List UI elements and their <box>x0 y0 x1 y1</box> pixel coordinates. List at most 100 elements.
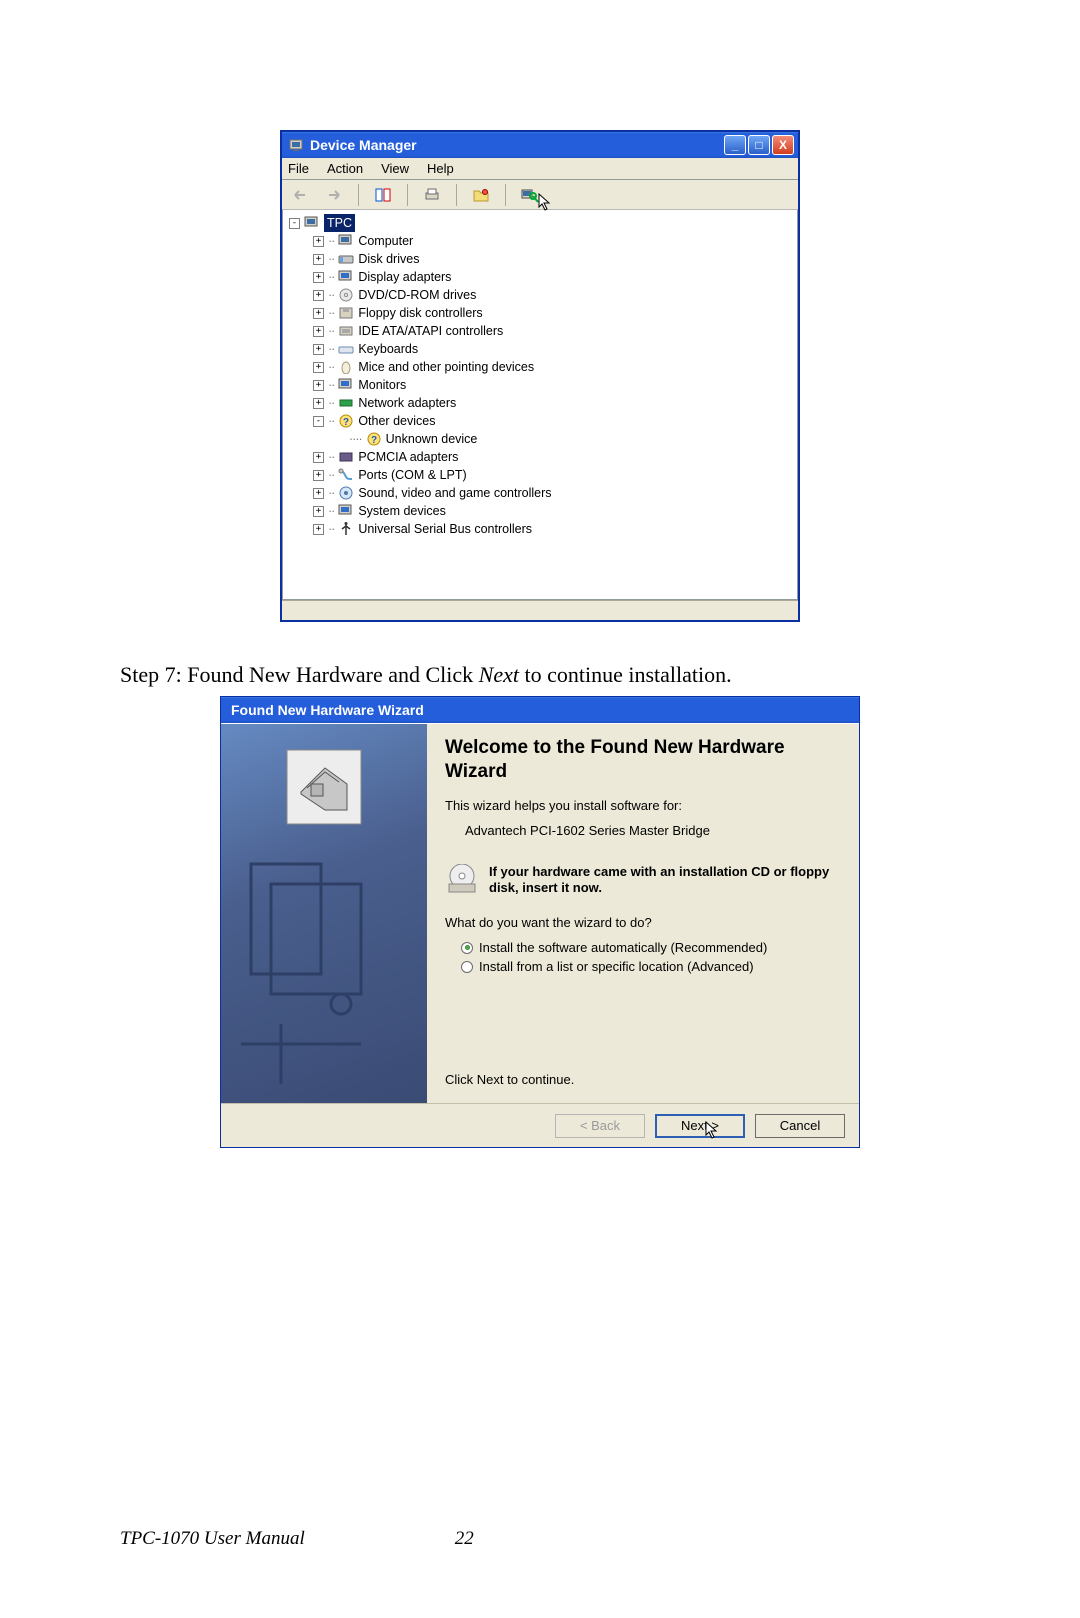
cursor-icon <box>705 1121 721 1141</box>
tree-node-system-devices[interactable]: +··System devices <box>287 502 797 520</box>
menu-action[interactable]: Action <box>327 161 363 176</box>
wizard-alert-text: If your hardware came with an installati… <box>489 864 841 898</box>
network-adapters-icon <box>338 396 354 410</box>
tree-node-usb-controllers[interactable]: +··Universal Serial Bus controllers <box>287 520 797 538</box>
forward-icon[interactable] <box>322 183 346 207</box>
back-button: < Back <box>555 1114 645 1138</box>
device-manager-toolbar <box>282 180 798 210</box>
tree-node-label: System devices <box>358 502 446 520</box>
expand-icon[interactable]: + <box>313 272 324 283</box>
tree-node-keyboards[interactable]: +··Keyboards <box>287 340 797 358</box>
tree-node-floppy-controllers[interactable]: +··Floppy disk controllers <box>287 304 797 322</box>
tree-node-other-devices[interactable]: -··?Other devices <box>287 412 797 430</box>
expand-icon[interactable]: + <box>313 488 324 499</box>
expand-icon[interactable]: + <box>313 398 324 409</box>
radio-install-list-label: Install from a list or specific location… <box>479 959 754 974</box>
print-icon[interactable] <box>420 183 444 207</box>
cancel-button[interactable]: Cancel <box>755 1114 845 1138</box>
tree-node-unknown-device[interactable]: ····?Unknown device <box>287 430 797 448</box>
minimize-button[interactable]: _ <box>724 135 746 155</box>
maximize-button[interactable]: □ <box>748 135 770 155</box>
step-caption: Step 7: Found New Hardware and Click Nex… <box>120 662 960 688</box>
expand-icon[interactable]: + <box>313 362 324 373</box>
radio-install-list[interactable]: Install from a list or specific location… <box>461 959 841 974</box>
radio-icon <box>461 942 473 954</box>
next-button[interactable]: Next > <box>655 1114 745 1138</box>
expand-icon[interactable]: + <box>313 470 324 481</box>
expand-icon[interactable]: + <box>313 344 324 355</box>
manual-title: TPC-1070 User Manual <box>120 1528 305 1550</box>
wizard-intro: This wizard helps you install software f… <box>445 798 841 813</box>
menu-file[interactable]: File <box>288 161 309 176</box>
wizard-continue: Click Next to continue. <box>445 1072 841 1087</box>
tree-node-monitors[interactable]: +··Monitors <box>287 376 797 394</box>
tree-node-mice[interactable]: +··Mice and other pointing devices <box>287 358 797 376</box>
tree-node-disk-drives[interactable]: +··Disk drives <box>287 250 797 268</box>
collapse-icon[interactable]: - <box>289 218 300 229</box>
back-icon[interactable] <box>288 183 312 207</box>
tree-root[interactable]: - TPC <box>287 214 797 232</box>
expand-icon[interactable]: + <box>313 254 324 265</box>
collapse-icon[interactable]: - <box>313 416 324 427</box>
tree-node-sound-controllers[interactable]: +··Sound, video and game controllers <box>287 484 797 502</box>
cd-icon <box>445 864 479 894</box>
svg-text:?: ? <box>371 435 377 446</box>
tree-node-label: DVD/CD-ROM drives <box>358 286 476 304</box>
page-number: 22 <box>455 1528 474 1550</box>
tree-node-label: Other devices <box>358 412 435 430</box>
folder-icon[interactable] <box>469 183 493 207</box>
keyboards-icon <box>338 342 354 356</box>
tree-node-label: Sound, video and game controllers <box>358 484 551 502</box>
expand-icon[interactable]: + <box>313 308 324 319</box>
tree-node-label: Keyboards <box>358 340 418 358</box>
tree-node-ports[interactable]: +··Ports (COM & LPT) <box>287 466 797 484</box>
expand-icon[interactable]: + <box>313 290 324 301</box>
mice-icon <box>338 360 354 374</box>
tree-node-label: Display adapters <box>358 268 451 286</box>
tree-node-label: IDE ATA/ATAPI controllers <box>358 322 503 340</box>
tree-node-computer[interactable]: +··Computer <box>287 232 797 250</box>
radio-install-auto-label: Install the software automatically (Reco… <box>479 940 767 955</box>
tree-node-dvd-drives[interactable]: +··DVD/CD-ROM drives <box>287 286 797 304</box>
scan-icon[interactable] <box>518 183 542 207</box>
display-adapters-icon <box>338 270 354 284</box>
device-manager-titlebar[interactable]: Device Manager _ □ X <box>282 132 798 158</box>
wizard-main: Welcome to the Found New Hardware Wizard… <box>427 724 859 1103</box>
other-devices-icon: ? <box>338 414 354 428</box>
properties-icon[interactable] <box>371 183 395 207</box>
tree-node-display-adapters[interactable]: +··Display adapters <box>287 268 797 286</box>
svg-text:?: ? <box>343 417 349 428</box>
dvd-drives-icon <box>338 288 354 302</box>
tree-node-ide-controllers[interactable]: +··IDE ATA/ATAPI controllers <box>287 322 797 340</box>
tree-node-label: Unknown device <box>386 430 478 448</box>
pcmcia-adapters-icon <box>338 450 354 464</box>
expand-icon[interactable]: + <box>313 236 324 247</box>
computer-icon <box>304 216 320 230</box>
device-manager-title: Device Manager <box>310 137 724 153</box>
expand-icon[interactable]: + <box>313 524 324 535</box>
menu-help[interactable]: Help <box>427 161 454 176</box>
radio-install-auto[interactable]: Install the software automatically (Reco… <box>461 940 841 955</box>
tree-node-network-adapters[interactable]: +··Network adapters <box>287 394 797 412</box>
tree-node-label: Mice and other pointing devices <box>358 358 534 376</box>
tree-node-label: PCMCIA adapters <box>358 448 458 466</box>
expand-icon[interactable]: + <box>313 326 324 337</box>
floppy-controllers-icon <box>338 306 354 320</box>
ide-controllers-icon <box>338 324 354 338</box>
tree-node-pcmcia-adapters[interactable]: +··PCMCIA adapters <box>287 448 797 466</box>
wizard-titlebar[interactable]: Found New Hardware Wizard <box>221 697 859 723</box>
unknown-device-icon: ? <box>366 432 382 446</box>
expand-icon[interactable]: + <box>313 452 324 463</box>
usb-controllers-icon <box>338 522 354 536</box>
menu-view[interactable]: View <box>381 161 409 176</box>
close-button[interactable]: X <box>772 135 794 155</box>
device-manager-icon <box>288 137 304 153</box>
expand-icon[interactable]: + <box>313 506 324 517</box>
wizard-device-name: Advantech PCI-1602 Series Master Bridge <box>465 823 841 838</box>
wizard-heading: Welcome to the Found New Hardware Wizard <box>445 736 841 784</box>
sound-controllers-icon <box>338 486 354 500</box>
wizard-title: Found New Hardware Wizard <box>227 702 855 718</box>
wizard-window: Found New Hardware Wizard <box>220 696 860 1148</box>
expand-icon[interactable]: + <box>313 380 324 391</box>
tree-node-label: Floppy disk controllers <box>358 304 482 322</box>
